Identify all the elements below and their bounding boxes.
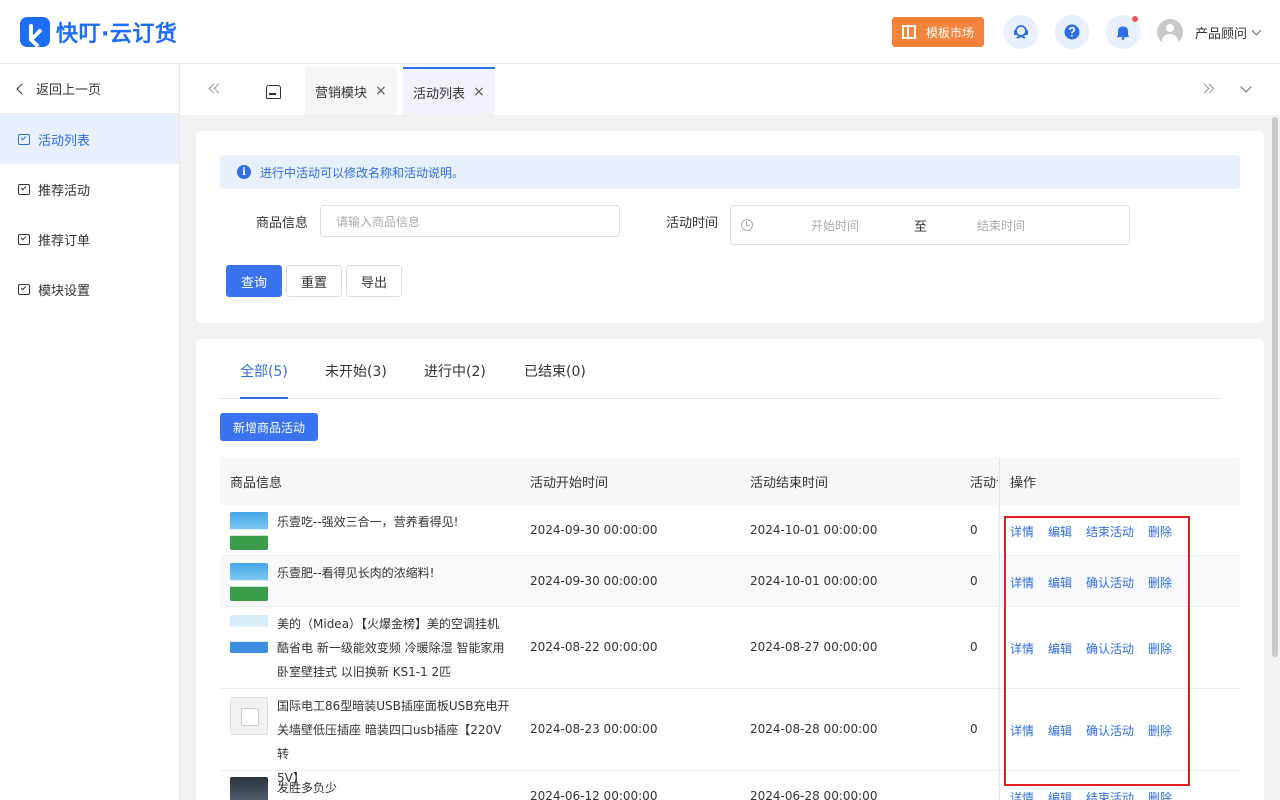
page-scrollbar[interactable]: [1272, 117, 1278, 657]
edit-link[interactable]: 编辑: [1048, 789, 1072, 800]
end-time: 2024-08-28 00:00:00: [750, 722, 878, 736]
clock-icon: [741, 219, 753, 231]
product-name: 美的（Midea）【火爆金榜】美的空调挂机 酷省电 新一级能效变频 冷暖除湿 智…: [277, 617, 505, 679]
tab-in-progress[interactable]: 进行中(2): [424, 361, 486, 399]
chevron-down-icon: [1251, 25, 1262, 35]
table-header: 商品信息 活动开始时间 活动结束时间 活动订 操作: [220, 457, 1240, 505]
column-order-count: 活动订: [970, 476, 998, 491]
filter-card: i 进行中活动可以修改名称和活动说明。 商品信息 请输入商品信息 活动时间 开始…: [196, 131, 1264, 323]
column-ops: 操作: [1010, 476, 1037, 491]
product-name: 发胜多负少: [277, 781, 338, 795]
product-name: 乐壹肥--看得见长肉的浓缩料!: [277, 566, 435, 580]
app-logo[interactable]: 快叮·云订货: [20, 16, 177, 48]
customer-service-button[interactable]: [1003, 15, 1038, 49]
product-thumbnail: [230, 615, 268, 653]
activity-time-range-picker[interactable]: 开始时间 至 结束时间: [730, 205, 1130, 245]
end-time: 2024-06-28 00:00:00: [750, 789, 878, 800]
order-count: 0: [970, 523, 978, 537]
avatar: [1156, 19, 1183, 45]
activity-time-label: 活动时间: [666, 216, 719, 231]
status-tabs: 全部(5) 未开始(3) 进行中(2) 已结束(0): [220, 339, 1220, 399]
double-chevron-right-icon[interactable]: [1199, 82, 1216, 96]
row-actions: 详情 编辑 结束活动 删除: [1010, 789, 1186, 800]
user-name: 产品顾问: [1194, 26, 1247, 42]
range-separator: 至: [914, 220, 928, 235]
home-icon[interactable]: [264, 82, 281, 99]
end-time: 2024-08-27 00:00:00: [750, 640, 878, 654]
sidebar-item-activity-list[interactable]: 活动列表: [0, 114, 179, 164]
help-button[interactable]: [1054, 15, 1089, 49]
product-thumbnail: [230, 777, 268, 800]
notification-badge: [1131, 16, 1138, 22]
template-icon: [901, 25, 916, 39]
start-time: 2024-09-30 00:00:00: [530, 574, 658, 588]
product-info-input[interactable]: 请输入商品信息: [320, 205, 620, 237]
order-count: 0: [970, 722, 978, 736]
logo-text: 快叮·云订货: [56, 21, 178, 47]
product-name: 乐壹吃--强效三合一，营养看得见!: [277, 515, 459, 529]
delete-link[interactable]: 删除: [1148, 789, 1172, 800]
product-info-label: 商品信息: [256, 216, 309, 231]
tab-not-started[interactable]: 未开始(3): [325, 361, 387, 399]
end-time: 2024-10-01 00:00:00: [750, 523, 878, 537]
column-start-time: 活动开始时间: [530, 476, 609, 491]
end-time: 2024-10-01 00:00:00: [750, 574, 878, 588]
tab-all[interactable]: 全部(5): [240, 361, 288, 399]
start-time: 2024-08-22 00:00:00: [530, 640, 658, 654]
order-count: 0: [970, 574, 978, 588]
product-thumbnail: [230, 697, 268, 735]
double-chevron-left-icon[interactable]: [208, 82, 224, 96]
start-time: 2024-08-23 00:00:00: [530, 722, 658, 736]
chevron-left-icon: [16, 82, 28, 95]
checkbox-icon: [18, 233, 30, 245]
notice-banner: i 进行中活动可以修改名称和活动说明。: [220, 155, 1240, 189]
logo-icon: [20, 16, 50, 47]
close-icon[interactable]: ×: [473, 84, 485, 100]
notification-button[interactable]: [1105, 15, 1140, 49]
product-thumbnail: [230, 563, 268, 601]
query-button[interactable]: 查询: [226, 265, 282, 297]
highlight-box: [1004, 516, 1190, 786]
sidebar-item-module-settings[interactable]: 模块设置: [0, 264, 179, 314]
end-activity-link[interactable]: 结束活动: [1086, 789, 1134, 800]
start-time: 2024-09-30 00:00:00: [530, 523, 658, 537]
sidebar: 返回上一页 活动列表 推荐活动 推荐订单 模块设置: [0, 64, 180, 800]
tab-ended[interactable]: 已结束(0): [524, 361, 586, 399]
column-end-time: 活动结束时间: [750, 476, 829, 491]
fixed-column-divider: [999, 458, 1000, 800]
top-header: 快叮·云订货 模板市场 产品顾问: [0, 0, 1280, 64]
checkbox-icon: [18, 283, 30, 295]
detail-link[interactable]: 详情: [1010, 789, 1034, 800]
product-thumbnail: [230, 512, 268, 550]
start-time: 2024-06-12 00:00:00: [530, 789, 658, 800]
page-tabs-bar: 营销模块 × 活动列表 ×: [180, 64, 1280, 116]
column-product: 商品信息: [230, 476, 283, 491]
sidebar-item-recommend-activity[interactable]: 推荐活动: [0, 164, 179, 214]
end-time-input[interactable]: 结束时间: [977, 217, 1025, 234]
checkbox-icon: [18, 133, 30, 145]
sidebar-item-recommend-order[interactable]: 推荐订单: [0, 214, 179, 264]
template-market-button[interactable]: 模板市场: [891, 17, 984, 47]
checkbox-icon: [18, 183, 30, 195]
tab-marketing-module[interactable]: 营销模块 ×: [305, 67, 397, 115]
bell-icon: [1116, 26, 1129, 40]
customer-service-icon: [1013, 25, 1028, 39]
start-time-input[interactable]: 开始时间: [811, 217, 859, 234]
reset-button[interactable]: 重置: [286, 265, 342, 297]
order-count: 0: [970, 640, 978, 654]
chevron-down-icon[interactable]: [1240, 81, 1252, 93]
back-button[interactable]: 返回上一页: [0, 64, 179, 114]
export-button[interactable]: 导出: [346, 265, 402, 297]
close-icon[interactable]: ×: [375, 83, 387, 99]
info-icon: i: [237, 165, 251, 179]
help-icon: [1064, 24, 1080, 40]
tab-activity-list[interactable]: 活动列表 ×: [403, 67, 495, 115]
user-menu[interactable]: 产品顾问: [1156, 19, 1262, 45]
add-product-activity-button[interactable]: 新增商品活动: [220, 413, 318, 441]
